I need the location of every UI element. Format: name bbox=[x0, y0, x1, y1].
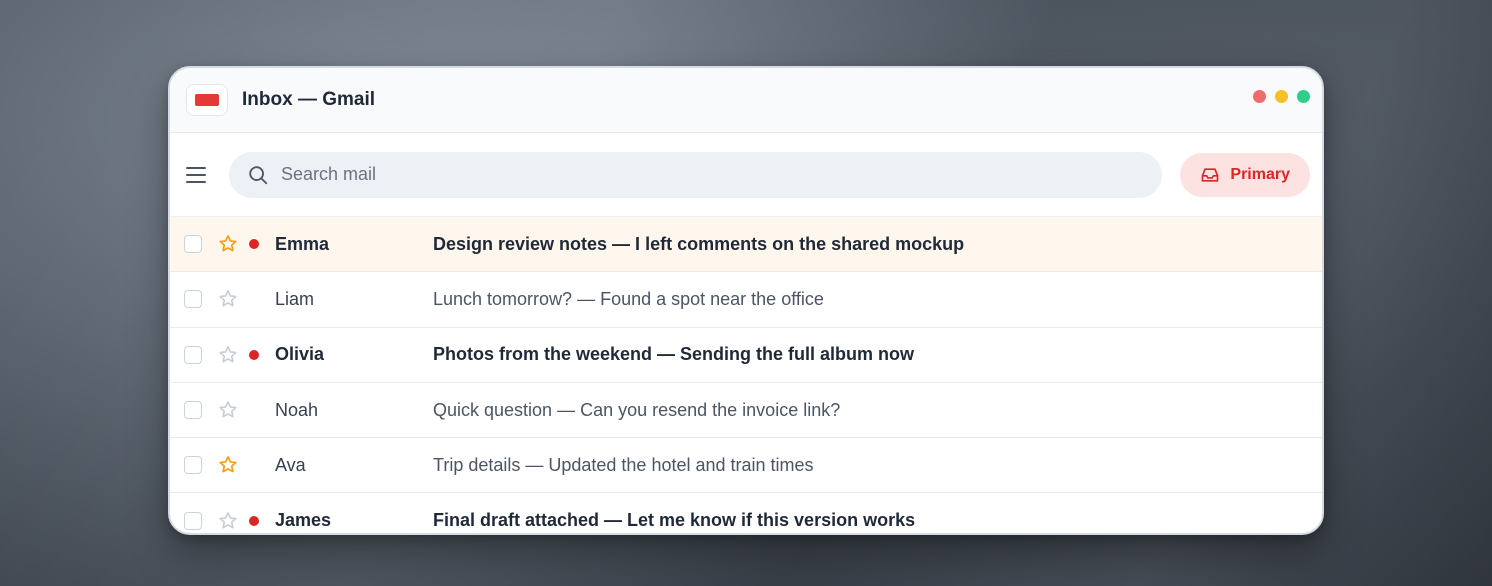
select-checkbox[interactable] bbox=[184, 345, 202, 364]
select-checkbox[interactable] bbox=[184, 290, 202, 309]
email-sender: James bbox=[275, 510, 332, 531]
search-icon bbox=[249, 165, 268, 184]
unread-indicator bbox=[249, 349, 259, 360]
select-checkbox[interactable] bbox=[184, 401, 202, 420]
title-bar: Inbox — Gmail bbox=[170, 68, 1322, 133]
maximize-window-button[interactable] bbox=[1297, 90, 1310, 103]
email-sender: Emma bbox=[275, 233, 330, 254]
toolbar: Primary bbox=[170, 133, 1322, 217]
star-icon[interactable] bbox=[217, 344, 239, 366]
email-subject: Design review notes — I left comments on… bbox=[433, 233, 965, 254]
star-icon[interactable] bbox=[217, 399, 239, 421]
email-row[interactable]: Ava Trip details — Updated the hotel and … bbox=[170, 438, 1322, 494]
unread-indicator bbox=[249, 515, 259, 526]
select-checkbox[interactable] bbox=[184, 235, 202, 254]
select-checkbox[interactable] bbox=[184, 456, 202, 475]
unread-indicator bbox=[249, 239, 259, 250]
minimize-window-button[interactable] bbox=[1275, 90, 1288, 103]
email-subject: Photos from the weekend — Sending the fu… bbox=[433, 344, 915, 365]
email-sender: Ava bbox=[275, 454, 306, 475]
inbox-tray-icon bbox=[1202, 167, 1219, 182]
email-sender: Noah bbox=[275, 399, 319, 420]
search-bar[interactable] bbox=[228, 151, 1163, 198]
search-input[interactable] bbox=[280, 164, 1141, 185]
mail-window: Inbox — Gmail Primary Emma Design review … bbox=[168, 66, 1324, 535]
email-sender: Liam bbox=[275, 288, 315, 309]
gmail-icon bbox=[186, 84, 228, 116]
select-checkbox[interactable] bbox=[184, 511, 202, 530]
email-row[interactable]: Olivia Photos from the weekend — Sending … bbox=[170, 328, 1322, 383]
unread-indicator bbox=[249, 294, 259, 304]
email-subject: Lunch tomorrow? — Found a spot near the … bbox=[433, 288, 824, 309]
window-title: Inbox — Gmail bbox=[242, 89, 376, 110]
primary-category-button[interactable]: Primary bbox=[1180, 152, 1311, 197]
star-icon[interactable] bbox=[217, 510, 239, 532]
email-row[interactable]: James Final draft attached — Let me know … bbox=[170, 493, 1322, 533]
hamburger-icon[interactable] bbox=[186, 163, 210, 187]
email-row[interactable]: Liam Lunch tomorrow? — Found a spot near … bbox=[170, 272, 1322, 328]
star-icon[interactable] bbox=[217, 288, 239, 310]
close-window-button[interactable] bbox=[1253, 90, 1266, 103]
star-filled-icon[interactable] bbox=[217, 233, 239, 255]
window-controls bbox=[1253, 90, 1310, 103]
primary-label: Primary bbox=[1230, 165, 1290, 183]
email-row[interactable]: Emma Design review notes — I left comment… bbox=[170, 217, 1322, 273]
unread-indicator bbox=[249, 460, 259, 470]
star-filled-icon[interactable] bbox=[217, 454, 239, 476]
email-row[interactable]: Noah Quick question — Can you resend the … bbox=[170, 383, 1322, 439]
email-sender: Olivia bbox=[275, 344, 325, 365]
email-list: Emma Design review notes — I left comment… bbox=[170, 217, 1322, 533]
email-subject: Quick question — Can you resend the invo… bbox=[433, 399, 841, 420]
email-subject: Final draft attached — Let me know if th… bbox=[433, 510, 916, 531]
unread-indicator bbox=[249, 405, 259, 415]
email-subject: Trip details — Updated the hotel and tra… bbox=[433, 454, 814, 475]
